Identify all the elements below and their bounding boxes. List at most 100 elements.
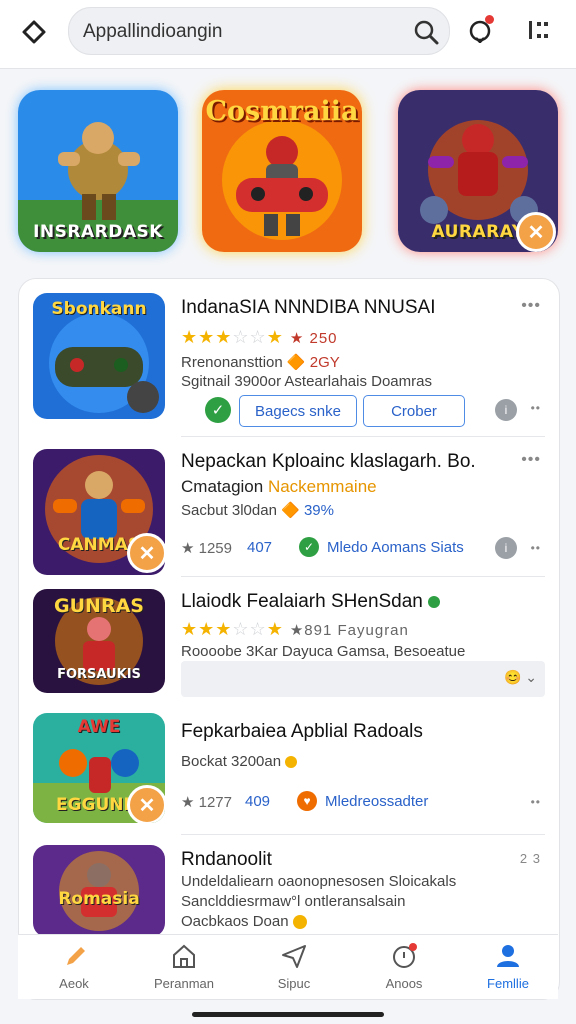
tab-label: Aeok	[59, 976, 89, 991]
rating-text: ★ 250	[289, 330, 338, 347]
more-options-icon[interactable]: •••	[521, 451, 541, 469]
game-title[interactable]: Rndanoolit	[181, 849, 272, 871]
featured-game-2-title: Cosmraiia	[205, 96, 359, 127]
tab-anoos[interactable]: Anoos	[354, 935, 454, 999]
game-title[interactable]: Fepkarbaiea Apblial Radoals	[181, 721, 423, 743]
featured-game-3[interactable]: AURARAY ✕	[398, 90, 558, 252]
info-badge: 🔶 39%	[281, 502, 334, 519]
menu-button[interactable]	[520, 12, 556, 48]
notification-icon	[393, 943, 417, 968]
tab-peranman[interactable]: Peranman	[134, 935, 234, 999]
game-description: Undeldaliearn oaonopnesosen Sloicakals	[181, 873, 457, 890]
coin-icon	[292, 915, 307, 930]
page-indicator: 2 3	[519, 851, 541, 866]
close-icon[interactable]: ✕	[516, 212, 556, 252]
game-description-2: Sanclddiesrmaw°l ontleransalsain	[181, 893, 406, 910]
more-options-icon[interactable]: ••	[531, 401, 541, 415]
expand-bar[interactable]: 😊 ⌄	[181, 661, 545, 697]
rocket-icon	[67, 947, 85, 965]
game-title[interactable]: Llaiodk Fealaiarh SHenSdan	[181, 591, 441, 613]
search-input[interactable]: Appallindioangin	[83, 21, 222, 43]
tab-label: Femllie	[487, 976, 529, 991]
more-options-icon[interactable]: ••	[531, 795, 541, 809]
developer-link[interactable]: Mledreossadter	[325, 793, 428, 810]
review-count: ★ 1259	[181, 540, 232, 557]
game-tags: Sgitnail 3900or Astearlahais Doamras	[181, 373, 432, 390]
game-title[interactable]: IndanaSIA NNNDIBA NNUSAI	[181, 297, 436, 319]
tab-aeok[interactable]: Aeok	[24, 935, 124, 999]
back-icon	[22, 20, 46, 44]
top-bar: Appallindioangin	[0, 0, 576, 69]
game-thumbnail[interactable]: GUNRAS FORSAUKIS	[33, 589, 165, 693]
online-indicator-icon	[428, 595, 441, 608]
game-subtitle: Cmatagion Nackemmaine	[181, 477, 377, 497]
list-item[interactable]: Romasia Rndanoolit 2 3 Undeldaliearn oao…	[19, 835, 559, 937]
check-icon: ✓	[299, 537, 319, 557]
rating-stars: ★★★☆☆★ ★ 250	[181, 327, 338, 347]
more-options-icon[interactable]: •••	[521, 297, 541, 315]
game-thumbnail[interactable]: Sbonkann	[33, 293, 165, 419]
rating-stars: ★★★☆☆★ ★891 Fayugran	[181, 619, 409, 639]
download-count: 407	[247, 539, 273, 556]
tab-label: Peranman	[154, 976, 214, 991]
game-subtitle: Rrenonansttion 🔶 2GY	[181, 353, 340, 371]
coin-icon	[285, 756, 298, 769]
info-text: Bockat 3200an	[181, 753, 282, 770]
game-thumbnail[interactable]: AWE EGGUNIS ✕	[33, 713, 165, 823]
tab-label: Sipuc	[277, 976, 311, 991]
game-thumbnail-label: Sbonkann	[51, 299, 147, 319]
info-icon[interactable]: i	[495, 537, 517, 559]
game-thumbnail-label: Romasia	[58, 889, 140, 909]
game-thumbnail-label: AWE	[77, 717, 121, 737]
home-icon	[173, 944, 195, 968]
back-button[interactable]	[16, 14, 52, 50]
heart-icon: ♥	[297, 791, 317, 811]
developer-link[interactable]: Mledo Aomans Siats	[327, 539, 464, 556]
game-thumbnail-sublabel: FORSAUKIS	[57, 667, 141, 682]
game-list: Sbonkann IndanaSIA NNNDIBA NNUSAI ••• ★★…	[18, 278, 560, 1000]
install-button[interactable]: Bagecs snke	[239, 395, 357, 427]
notifications-button[interactable]	[462, 12, 498, 48]
list-item[interactable]: GUNRAS FORSAUKIS Llaiodk Fealaiarh SHenS…	[19, 577, 559, 703]
subtitle-badge: 🔶 2GY	[286, 354, 340, 371]
featured-game-2[interactable]: Cosmraiia	[202, 90, 362, 252]
subtitle-text: Cmatagion	[181, 477, 264, 496]
more-options-icon[interactable]: ••	[531, 541, 541, 555]
info-icon[interactable]: i	[495, 399, 517, 421]
subtitle-text: Rrenonansttion	[181, 354, 283, 371]
game-thumbnail-label: GUNRAS	[54, 595, 144, 617]
game-info: Sacbut 3l0dan 🔶 39%	[181, 501, 334, 519]
subtitle-highlight: Nackemmaine	[267, 477, 377, 496]
game-description-3: Oacbkaos Doan	[181, 913, 307, 930]
list-item[interactable]: CANMAS ✕ Nepackan Kploainc klaslagarh. B…	[19, 437, 559, 577]
tab-femllie[interactable]: Femllie	[458, 935, 558, 999]
profile-icon	[497, 945, 519, 967]
game-thumbnail[interactable]: CANMAS ✕	[33, 449, 165, 575]
game-info: Bockat 3200an	[181, 753, 298, 770]
search-icon[interactable]	[413, 19, 439, 45]
details-button[interactable]: Crober	[363, 395, 465, 427]
verified-icon: ✓	[205, 397, 231, 423]
chevron-down-icon: 😊 ⌄	[503, 669, 537, 685]
notification-dot	[485, 15, 494, 24]
menu-icon	[529, 21, 548, 39]
featured-game-1[interactable]: INSRARDASK	[18, 90, 178, 252]
game-tags: Roooobe 3Kar Dayuca Gamsa, Besoeatue	[181, 643, 466, 660]
home-indicator[interactable]	[192, 1012, 384, 1017]
review-count: ★ 1277	[181, 794, 232, 811]
close-icon[interactable]: ✕	[127, 785, 165, 823]
list-item[interactable]: AWE EGGUNIS ✕ Fepkarbaiea Apblial Radoal…	[19, 703, 559, 835]
close-icon[interactable]: ✕	[127, 533, 165, 573]
send-icon	[282, 945, 306, 968]
tab-sipuc[interactable]: Sipuc	[244, 935, 344, 999]
info-text: Sacbut 3l0dan	[181, 502, 277, 519]
game-thumbnail[interactable]: Romasia	[33, 845, 165, 937]
game-title[interactable]: Nepackan Kploainc klaslagarh. Bo.	[181, 451, 476, 473]
title-text: Llaiodk Fealaiarh SHenSdan	[181, 591, 423, 612]
search-bar[interactable]: Appallindioangin	[68, 7, 450, 55]
list-item[interactable]: Sbonkann IndanaSIA NNNDIBA NNUSAI ••• ★★…	[19, 279, 559, 437]
description-text: Oacbkaos Doan	[181, 913, 289, 930]
bottom-tab-bar: Aeok Peranman Sipuc Anoos Femllie	[18, 934, 558, 999]
rating-text: ★891 Fayugran	[289, 622, 409, 639]
tab-label: Anoos	[385, 976, 423, 991]
